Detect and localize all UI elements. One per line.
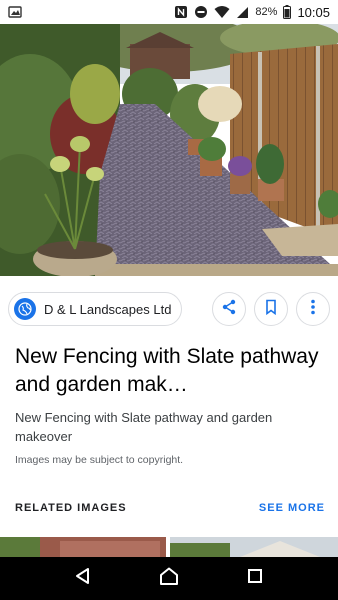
copyright-notice: Images may be subject to copyright. [15,454,184,466]
back-button[interactable] [63,559,103,599]
recents-button[interactable] [235,559,275,599]
nfc-icon [174,5,188,19]
share-button[interactable] [212,292,246,326]
more-options-button[interactable] [296,292,330,326]
bookmark-button[interactable] [254,292,288,326]
image-icon [8,5,22,19]
related-images-label: RELATED IMAGES [15,502,127,514]
back-icon [74,567,92,590]
home-button[interactable] [149,559,189,599]
status-left [8,5,22,19]
more-vert-icon [311,299,315,320]
source-name: D & L Landscapes Ltd [44,301,172,317]
do-not-disturb-icon [194,5,208,19]
result-description: New Fencing with Slate pathway and garde… [15,410,273,444]
battery-icon [283,5,292,19]
navigation-bar [0,557,338,600]
share-icon [221,299,237,320]
status-bar: 82% 10:05 [0,0,338,24]
recents-icon [247,568,263,589]
signal-icon [236,6,249,19]
status-right: 82% 10:05 [174,5,330,20]
garden-photo [0,24,338,276]
wifi-icon [214,5,230,19]
hero-image[interactable] [0,24,338,276]
status-time: 10:05 [297,4,330,20]
battery-percent: 82% [255,6,278,18]
actions [212,292,330,326]
home-icon [159,567,179,590]
related-thumbnail[interactable] [170,537,338,557]
related-thumbnails [0,537,338,557]
source-chip[interactable]: D & L Landscapes Ltd [8,292,183,326]
screen: 82% 10:05 D & L Landscapes Ltd New Fenci… [0,0,338,600]
result-title[interactable]: New Fencing with Slate pathway and garde… [15,343,325,399]
related-thumbnail[interactable] [0,537,166,557]
see-more-link[interactable]: SEE MORE [259,502,325,514]
bookmark-icon [264,299,278,320]
related-images-header: RELATED IMAGES SEE MORE [15,502,325,514]
source-row: D & L Landscapes Ltd [8,292,330,326]
globe-icon [14,298,36,320]
